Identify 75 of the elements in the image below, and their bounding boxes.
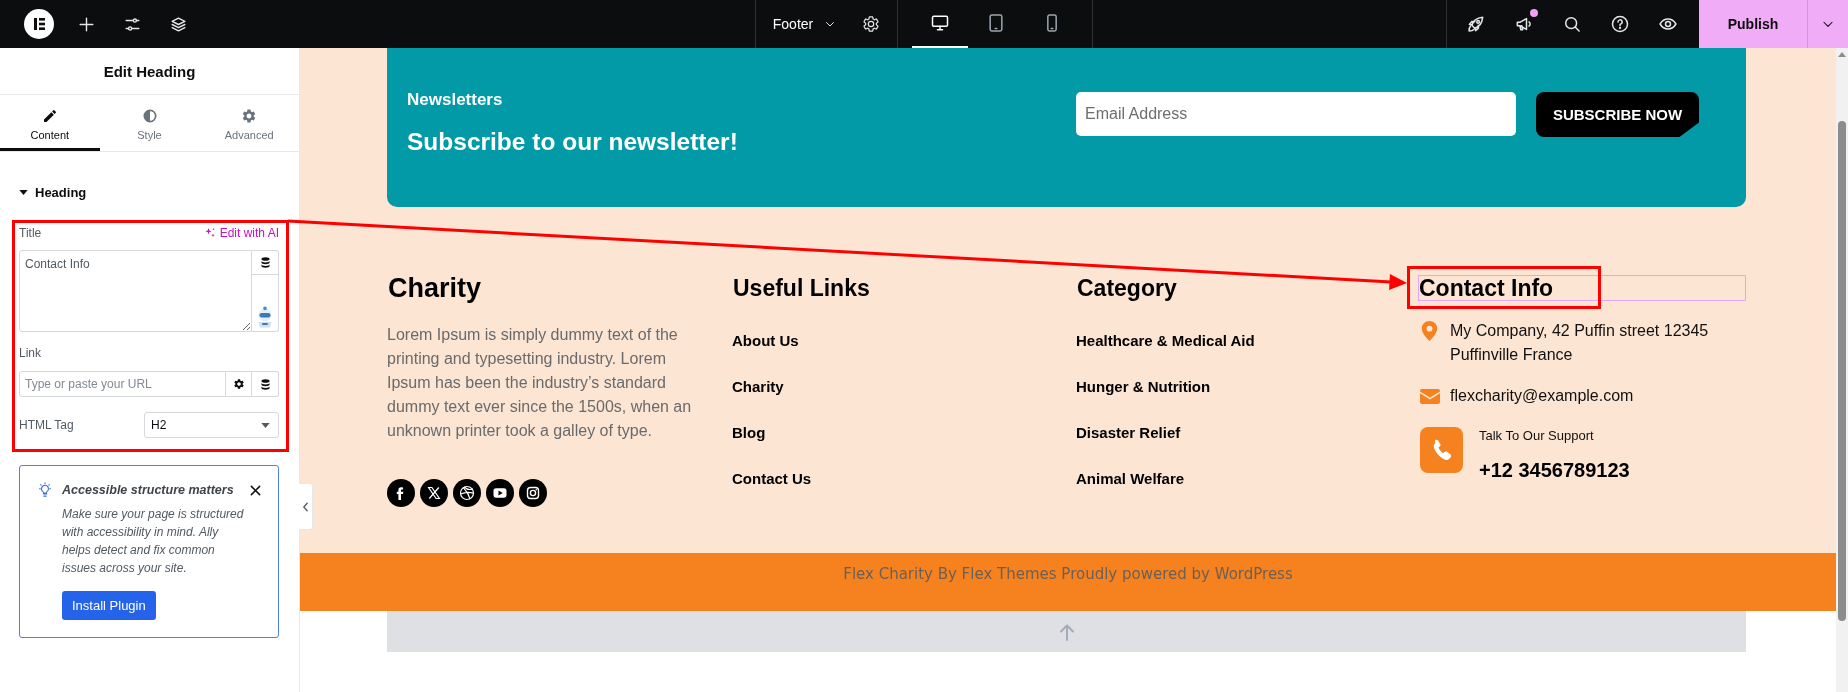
email-field[interactable]: Email Address — [1076, 92, 1516, 136]
dynamic-tags-button[interactable] — [252, 371, 279, 397]
about-text: Lorem Ipsum is simply dummy text of the printing and typesetting industry. Lorem Ipsum has been the industry’s standard dummy text ever since the 1500s, when an unknown printer took a galley of type. — [387, 325, 693, 441]
caret-down-icon — [261, 422, 270, 428]
footer-heading: Useful Links — [732, 275, 871, 301]
footer-link[interactable]: Contact Us — [732, 468, 812, 490]
dynamic-tags-button[interactable] — [252, 250, 279, 275]
footer-heading: Category — [1076, 275, 1178, 301]
envelope-icon — [1420, 388, 1440, 404]
footer-link[interactable]: Hunger & Nutrition — [1076, 376, 1211, 398]
x-icon[interactable] — [420, 479, 448, 507]
footer-heading: Charity — [387, 275, 483, 301]
search-icon[interactable] — [1562, 14, 1582, 34]
footer-link[interactable]: Healthcare & Medical Aid — [1076, 330, 1255, 352]
panel-tab[interactable]: Advanced — [199, 95, 299, 151]
sparkle-icon — [203, 227, 216, 239]
instagram-icon[interactable] — [519, 479, 547, 507]
notice-text: Make sure your page is structured with accessibility in mind. Ally helps detect and fix common issues across your site. — [62, 506, 245, 577]
footer-link[interactable]: Animal Welfare — [1076, 468, 1185, 490]
copyright-text: Flex Charity By Flex Themes Proudly powered by WordPress — [843, 564, 1293, 584]
rocket-icon[interactable] — [1466, 14, 1486, 34]
contrast-icon — [141, 108, 158, 124]
newsletter-heading: Subscribe to our newsletter! — [407, 127, 738, 157]
footer-link[interactable]: Charity — [732, 376, 784, 398]
arrow-up-icon — [1058, 622, 1075, 641]
ai-assistant-button[interactable] — [252, 275, 279, 332]
address-text: My Company, 42 Puffin street 12345 Puffinville France — [1450, 321, 1710, 365]
install-plugin-button[interactable]: Install Plugin — [62, 591, 156, 620]
section-toggle[interactable]: Heading — [19, 184, 87, 200]
html-tag-select[interactable]: H2 — [144, 412, 279, 438]
database-icon — [258, 256, 272, 269]
field-label: Title — [19, 226, 42, 240]
facebook-icon[interactable] — [387, 479, 415, 507]
subscribe-button[interactable]: SUBSCRIBE NOW — [1536, 92, 1699, 137]
lightbulb-icon — [38, 482, 52, 498]
support-label: Talk To Our Support — [1479, 428, 1594, 444]
link-options-button[interactable] — [226, 371, 252, 397]
panel-title: Edit Heading — [0, 48, 299, 95]
gear-icon — [232, 378, 245, 390]
youtube-icon[interactable] — [486, 479, 514, 507]
collapse-panel-button[interactable] — [299, 483, 313, 530]
scrollbar-thumb[interactable] — [1838, 121, 1846, 621]
footer-link[interactable]: About Us — [732, 330, 799, 352]
phone-icon — [1420, 427, 1463, 473]
scrollbar[interactable] — [1836, 48, 1848, 692]
panel-tab[interactable]: Style — [99, 95, 200, 151]
link-field[interactable]: Type or paste your URL — [19, 371, 226, 397]
chevron-left-icon — [302, 501, 309, 512]
layers-icon[interactable] — [168, 14, 188, 34]
document-switcher[interactable]: Footer — [755, 0, 845, 48]
dribbble-icon[interactable] — [453, 479, 481, 507]
phone-number: +12 3456789123 — [1479, 458, 1630, 482]
location-pin-icon — [1421, 321, 1438, 341]
footer-heading: Contact Info — [1418, 275, 1746, 301]
plus-icon[interactable] — [76, 14, 96, 34]
gear-icon — [241, 108, 258, 124]
footer-link[interactable]: Blog — [732, 422, 766, 444]
close-icon[interactable] — [250, 484, 261, 496]
email-address: flexcharity@example.com — [1450, 386, 1634, 406]
monitor-icon — [930, 13, 951, 33]
scroll-up-icon[interactable] — [1838, 52, 1846, 57]
pencil-icon — [41, 108, 58, 124]
field-label: HTML Tag — [19, 418, 74, 432]
help-icon[interactable] — [1610, 14, 1630, 34]
title-field[interactable]: Contact Info — [19, 250, 252, 332]
field-label: Link — [19, 346, 42, 360]
notice-title: Accessible structure matters — [62, 483, 234, 497]
settings-icon[interactable] — [861, 15, 880, 33]
edit-with-ai-button[interactable]: Edit with AI — [203, 226, 279, 240]
publish-button[interactable]: Publish — [1699, 0, 1807, 48]
logo-icon[interactable] — [24, 9, 54, 39]
footer-link[interactable]: Disaster Relief — [1076, 422, 1181, 444]
database-icon — [258, 377, 272, 391]
panel-tab[interactable]: Content — [0, 95, 100, 151]
newsletter-label: Newsletters — [407, 89, 503, 111]
